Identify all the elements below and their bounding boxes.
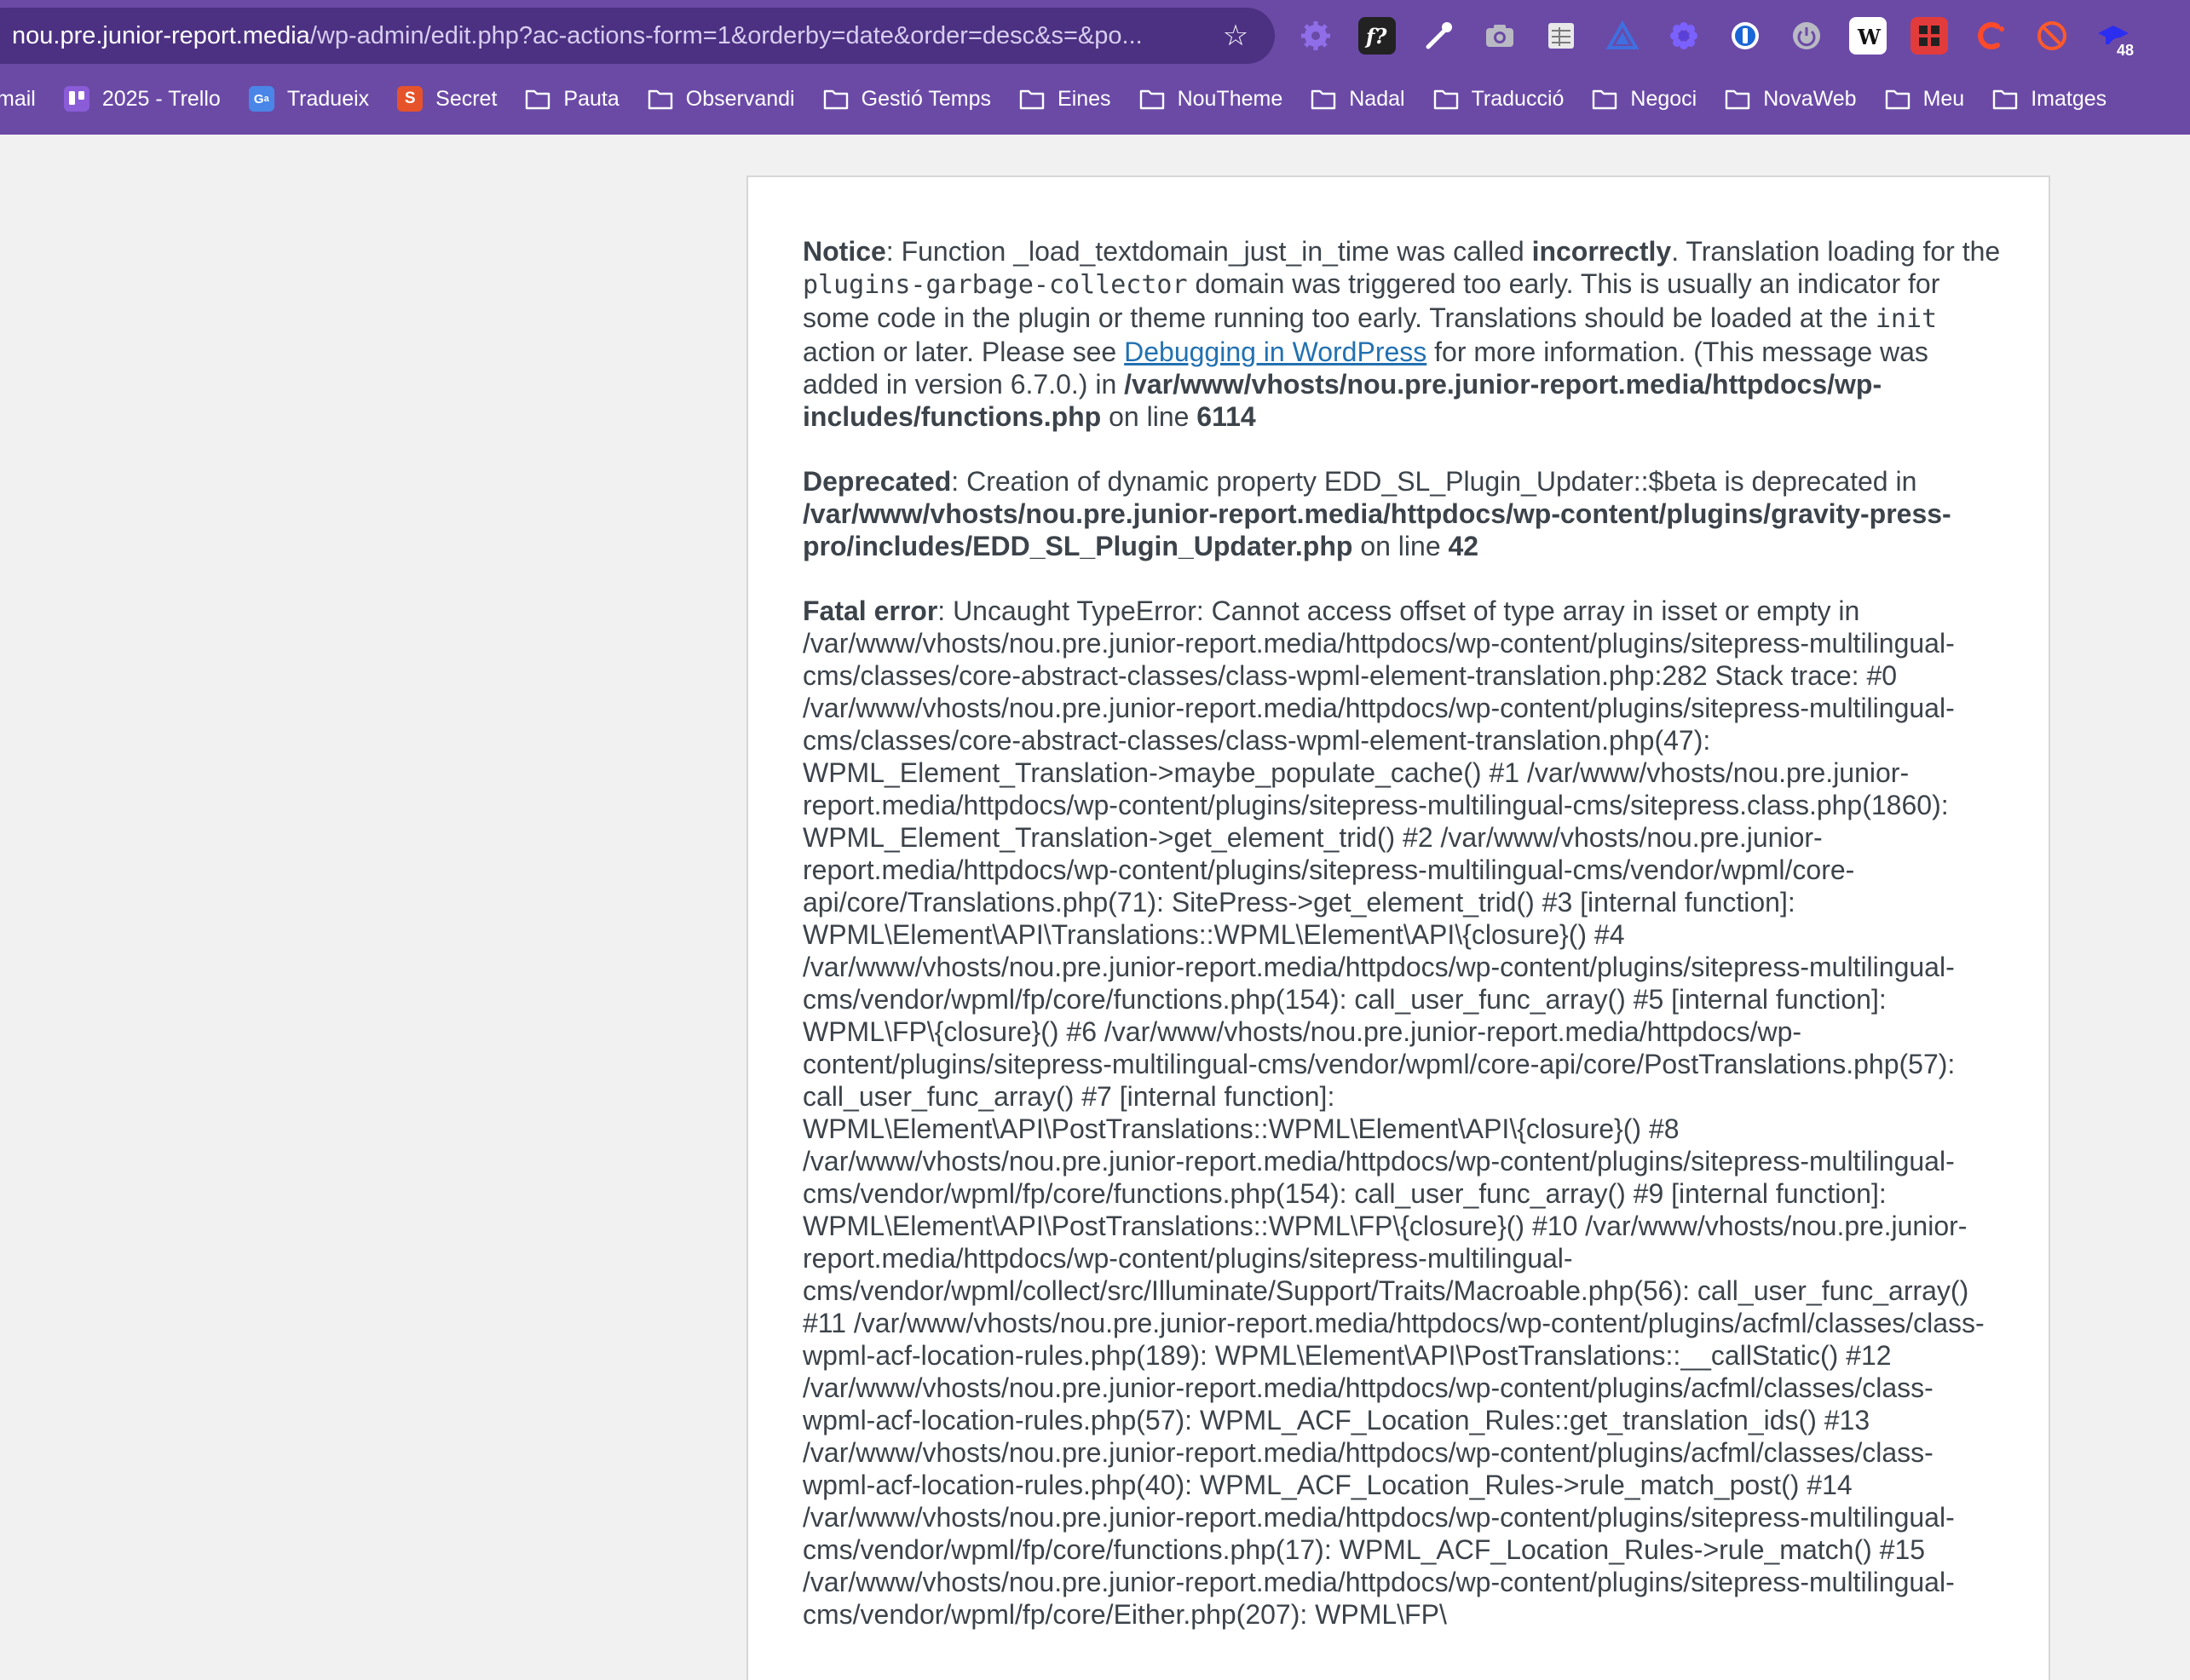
- bookmark-folder-eines[interactable]: Eines: [1018, 75, 1111, 123]
- folder-icon: [524, 85, 551, 112]
- folder-icon: [1310, 85, 1337, 112]
- folder-icon: [1018, 85, 1046, 112]
- bookmark-folder-gestio-temps[interactable]: Gestió Temps: [822, 75, 991, 123]
- notice-text: on line: [1101, 401, 1197, 432]
- folder-icon: [1591, 85, 1618, 112]
- bookmark-folder-pauta[interactable]: Pauta: [524, 75, 620, 123]
- notice-text: action or later. Please see: [803, 337, 1125, 367]
- bookmark-label: Pauta: [563, 86, 620, 111]
- notice-text: : Function _load_textdomain_just_in_time…: [885, 236, 1532, 267]
- triangle-extension-icon[interactable]: [1604, 17, 1641, 55]
- trello-icon: [63, 85, 90, 112]
- bookmark-label: Negoci: [1630, 86, 1697, 111]
- bookmark-folder-noutheme[interactable]: NouTheme: [1138, 75, 1283, 123]
- fatal-error-label: Fatal error: [803, 595, 938, 626]
- deprecated-label: Deprecated: [803, 466, 952, 497]
- bookmark-label: NouTheme: [1177, 86, 1283, 111]
- bookmark-label: Traducció: [1471, 86, 1565, 111]
- extensions-bar: f? W 48: [1297, 15, 2156, 63]
- hand-extension-icon[interactable]: [2033, 17, 2071, 55]
- fatal-error-text: : Uncaught TypeError: Cannot access offs…: [803, 595, 1985, 1630]
- deprecated-line: 42: [1448, 531, 1479, 561]
- flower-extension-icon[interactable]: [1665, 17, 1703, 55]
- bookmark-folder-imatges[interactable]: Imatges: [1991, 75, 2106, 123]
- browser-chrome: nou.pre.junior-report.media/wp-admin/edi…: [0, 0, 2190, 135]
- translate-icon: Ga: [248, 85, 275, 112]
- bookmark-tradueix[interactable]: Ga Tradueix: [248, 75, 369, 123]
- deprecated-text: : Creation of dynamic property EDD_SL_Pl…: [951, 466, 1917, 497]
- bookmarks-bar: mail 2025 - Trello Ga Tradueix S Secret …: [0, 75, 2190, 123]
- bookmark-folder-novaweb[interactable]: NovaWeb: [1724, 75, 1857, 123]
- notice-text: . Translation loading for the: [1671, 236, 2001, 267]
- bookmark-label: Nadal: [1349, 86, 1405, 111]
- svg-text:W: W: [1857, 25, 1882, 49]
- notice-label: Notice: [803, 236, 886, 267]
- bookmark-label: mail: [0, 86, 36, 111]
- bookmark-star-icon[interactable]: ☆: [1219, 19, 1253, 53]
- browser-toolbar: nou.pre.junior-report.media/wp-admin/edi…: [0, 0, 2190, 72]
- grid-extension-icon[interactable]: [1910, 17, 1948, 55]
- eyedropper-extension-icon[interactable]: [1420, 17, 1457, 55]
- c-extension-icon[interactable]: [1972, 17, 2009, 55]
- notice-line: 6114: [1196, 401, 1256, 432]
- fx-extension-icon[interactable]: f?: [1358, 17, 1396, 55]
- w-extension-icon[interactable]: W: [1849, 17, 1887, 55]
- graduation-cap-extension-icon[interactable]: 48: [2095, 17, 2142, 63]
- bookmark-folder-negoci[interactable]: Negoci: [1591, 75, 1697, 123]
- bookmark-trello[interactable]: 2025 - Trello: [63, 75, 221, 123]
- php-messages: Notice: Function _load_textdomain_just_i…: [803, 235, 2004, 1663]
- url-path: /wp-admin/edit.php?ac-actions-form=1&ord…: [309, 22, 1143, 49]
- notice-hook: init: [1875, 304, 1938, 334]
- bookmark-label: 2025 - Trello: [101, 86, 221, 111]
- debugging-link[interactable]: Debugging in WordPress: [1124, 337, 1426, 367]
- bookmark-folder-nadal[interactable]: Nadal: [1310, 75, 1405, 123]
- bookmark-folder-observandi[interactable]: Observandi: [647, 75, 795, 123]
- folder-icon: [1884, 85, 1911, 112]
- fatal-error-message: Fatal error: Uncaught TypeError: Cannot …: [803, 595, 2004, 1631]
- bookmark-secret[interactable]: S Secret: [396, 75, 497, 123]
- sheet-extension-icon[interactable]: [1542, 17, 1580, 55]
- folder-icon: [1432, 85, 1460, 112]
- folder-icon: [1724, 85, 1751, 112]
- bookmark-label: Imatges: [2031, 86, 2107, 111]
- folder-icon: [1138, 85, 1166, 112]
- notice-message: Notice: Function _load_textdomain_just_i…: [803, 235, 2004, 433]
- power-extension-icon[interactable]: [1788, 17, 1825, 55]
- extension-badge: 48: [2107, 37, 2142, 63]
- bookmark-folder-traduccio[interactable]: Traducció: [1432, 75, 1565, 123]
- folder-icon: [822, 85, 850, 112]
- svg-text:f?: f?: [1364, 24, 1387, 49]
- folder-icon: [647, 85, 674, 112]
- bookmark-folder-meu[interactable]: Meu: [1884, 75, 1965, 123]
- notice-domain: plugins-garbage-collector: [803, 270, 1188, 300]
- deprecated-message: Deprecated: Creation of dynamic property…: [803, 465, 2004, 562]
- password-manager-icon[interactable]: [1726, 17, 1764, 55]
- bookmark-label: Meu: [1922, 86, 1965, 111]
- bookmark-label: Observandi: [685, 86, 795, 111]
- address-bar-url[interactable]: nou.pre.junior-report.media/wp-admin/edi…: [12, 8, 1179, 64]
- bookmark-label: Tradueix: [286, 86, 370, 111]
- folder-icon: [1991, 85, 2019, 112]
- bookmark-label: Secret: [435, 86, 498, 111]
- gear-extension-icon[interactable]: [1297, 17, 1334, 55]
- url-host: nou.pre.junior-report.media: [12, 22, 310, 49]
- error-panel: Notice: Function _load_textdomain_just_i…: [746, 175, 2050, 1680]
- notice-strong: incorrectly: [1531, 236, 1672, 267]
- bookmark-label: Eines: [1058, 86, 1111, 111]
- s-badge-icon: S: [396, 85, 424, 112]
- bookmark-mail[interactable]: mail: [0, 75, 36, 123]
- bookmark-label: Gestió Temps: [861, 86, 992, 111]
- bookmark-label: NovaWeb: [1763, 86, 1857, 111]
- page-content: Notice: Function _load_textdomain_just_i…: [0, 135, 2190, 1680]
- deprecated-text: on line: [1352, 531, 1449, 561]
- address-bar[interactable]: nou.pre.junior-report.media/wp-admin/edi…: [0, 8, 1275, 64]
- camera-extension-icon[interactable]: [1481, 17, 1519, 55]
